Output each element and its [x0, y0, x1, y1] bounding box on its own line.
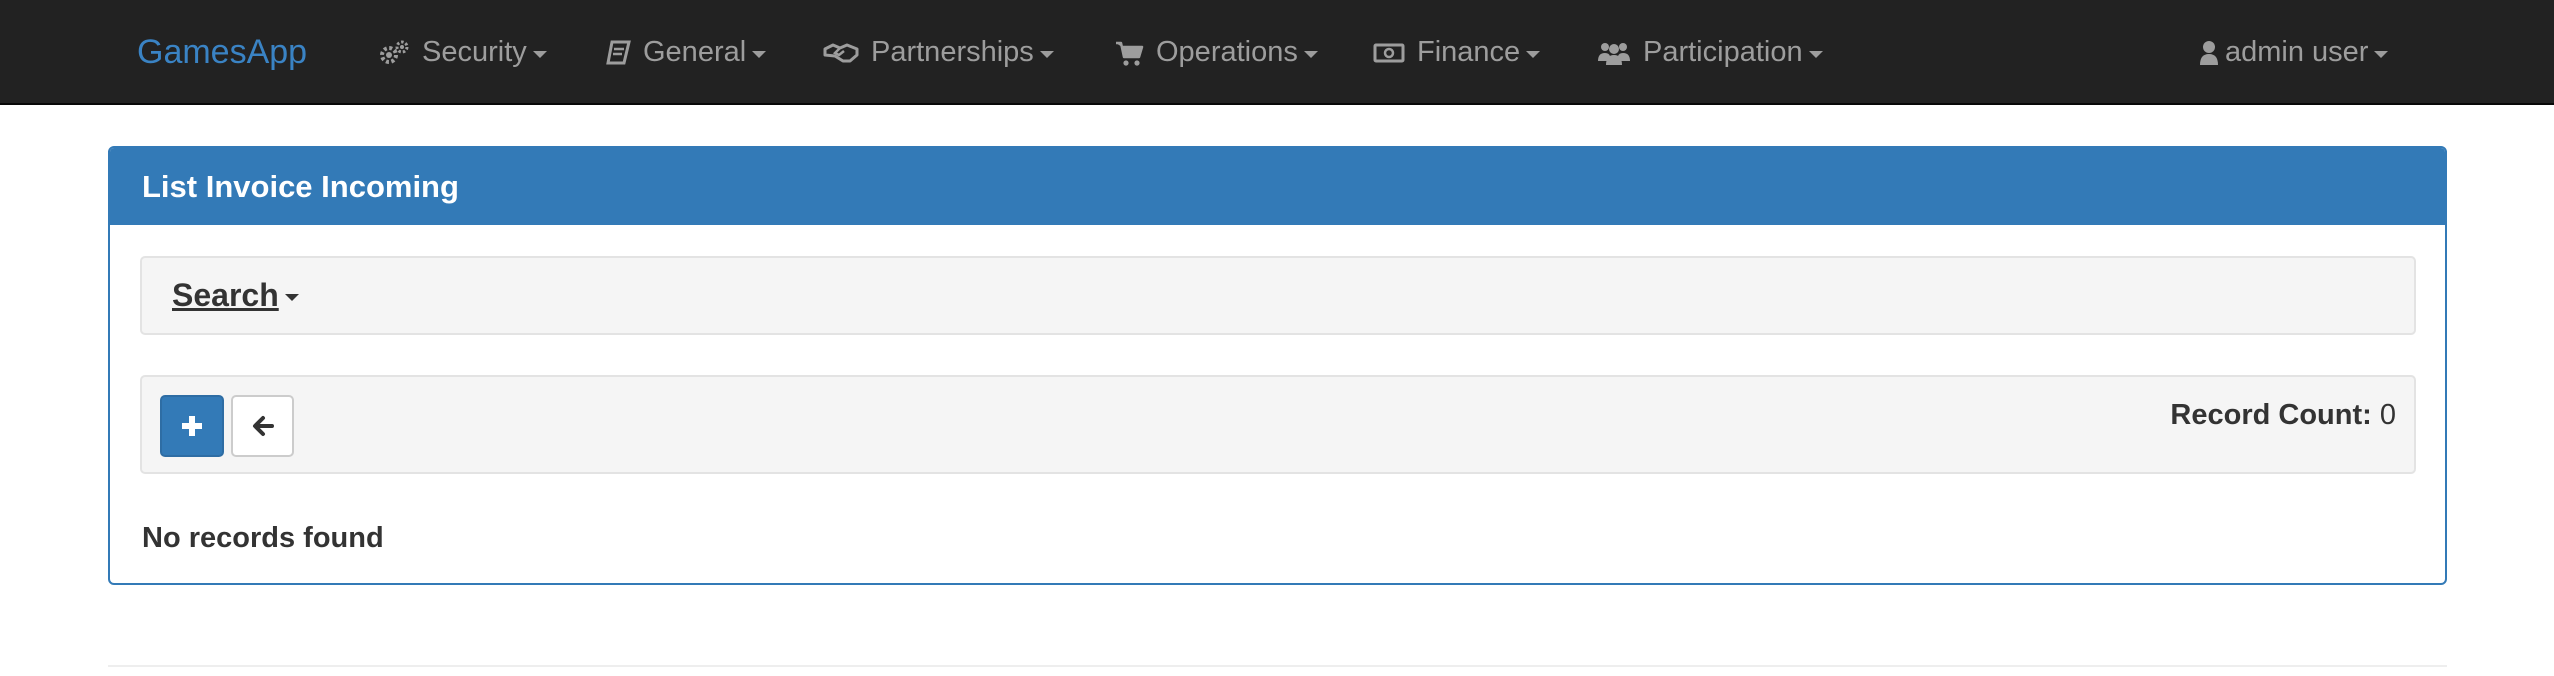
search-section: Search: [140, 256, 2416, 335]
record-count-label: Record Count:: [2170, 399, 2372, 431]
nav-menu-participation[interactable]: Participation: [1597, 0, 1823, 105]
money-icon: [1373, 39, 1405, 67]
nav-menu-general-label: General: [643, 36, 747, 68]
nav-menu-operations-label: Operations: [1156, 36, 1298, 68]
users-icon: [1597, 39, 1631, 67]
chevron-down-icon: [752, 50, 767, 58]
nav-menu-security-label: Security: [422, 36, 527, 68]
chevron-down-icon: [284, 293, 299, 301]
nav-menu-partnerships-label: Partnerships: [871, 36, 1034, 68]
user-menu[interactable]: admin user: [2199, 0, 2389, 105]
invoice-list-panel: List Invoice Incoming Search Record Coun…: [108, 146, 2447, 585]
panel-heading: List Invoice Incoming: [110, 148, 2445, 225]
chevron-down-icon: [1039, 50, 1054, 58]
page-title: List Invoice Incoming: [142, 168, 459, 204]
nav-menu-partnerships[interactable]: Partnerships: [823, 0, 1054, 105]
brand-link[interactable]: GamesApp: [137, 0, 307, 105]
plus-icon: [182, 416, 202, 436]
handshake-icon: [823, 39, 859, 67]
nav-menu-finance[interactable]: Finance: [1373, 0, 1541, 105]
record-count: Record Count: 0: [2170, 399, 2396, 432]
chevron-down-icon: [1303, 50, 1318, 58]
record-count-value: 0: [2379, 399, 2396, 431]
chevron-down-icon: [532, 50, 547, 58]
search-toggle[interactable]: Search: [172, 277, 299, 314]
chevron-down-icon: [1808, 50, 1823, 58]
nav-menu-participation-label: Participation: [1643, 36, 1803, 68]
user-icon: [2199, 40, 2219, 66]
user-menu-label: admin user: [2225, 36, 2369, 68]
arrow-left-icon: [252, 416, 274, 436]
nav-menu-security[interactable]: Security: [378, 0, 547, 105]
nav-menu-general[interactable]: General: [605, 0, 767, 105]
empty-message: No records found: [142, 522, 384, 554]
action-toolbar: Record Count: 0: [140, 375, 2416, 474]
add-button[interactable]: [160, 395, 224, 457]
top-navbar: GamesApp Security General Partnerships O…: [0, 0, 2554, 105]
footer-divider: [108, 665, 2447, 667]
nav-menu-operations[interactable]: Operations: [1114, 0, 1318, 105]
back-button[interactable]: [231, 395, 294, 457]
chevron-down-icon: [2374, 50, 2389, 58]
search-toggle-label: Search: [172, 277, 279, 313]
nav-menu-finance-label: Finance: [1417, 36, 1521, 68]
gears-icon: [378, 39, 410, 67]
shopping-cart-icon: [1114, 39, 1144, 67]
chevron-down-icon: [1526, 50, 1541, 58]
book-icon: [605, 39, 631, 67]
